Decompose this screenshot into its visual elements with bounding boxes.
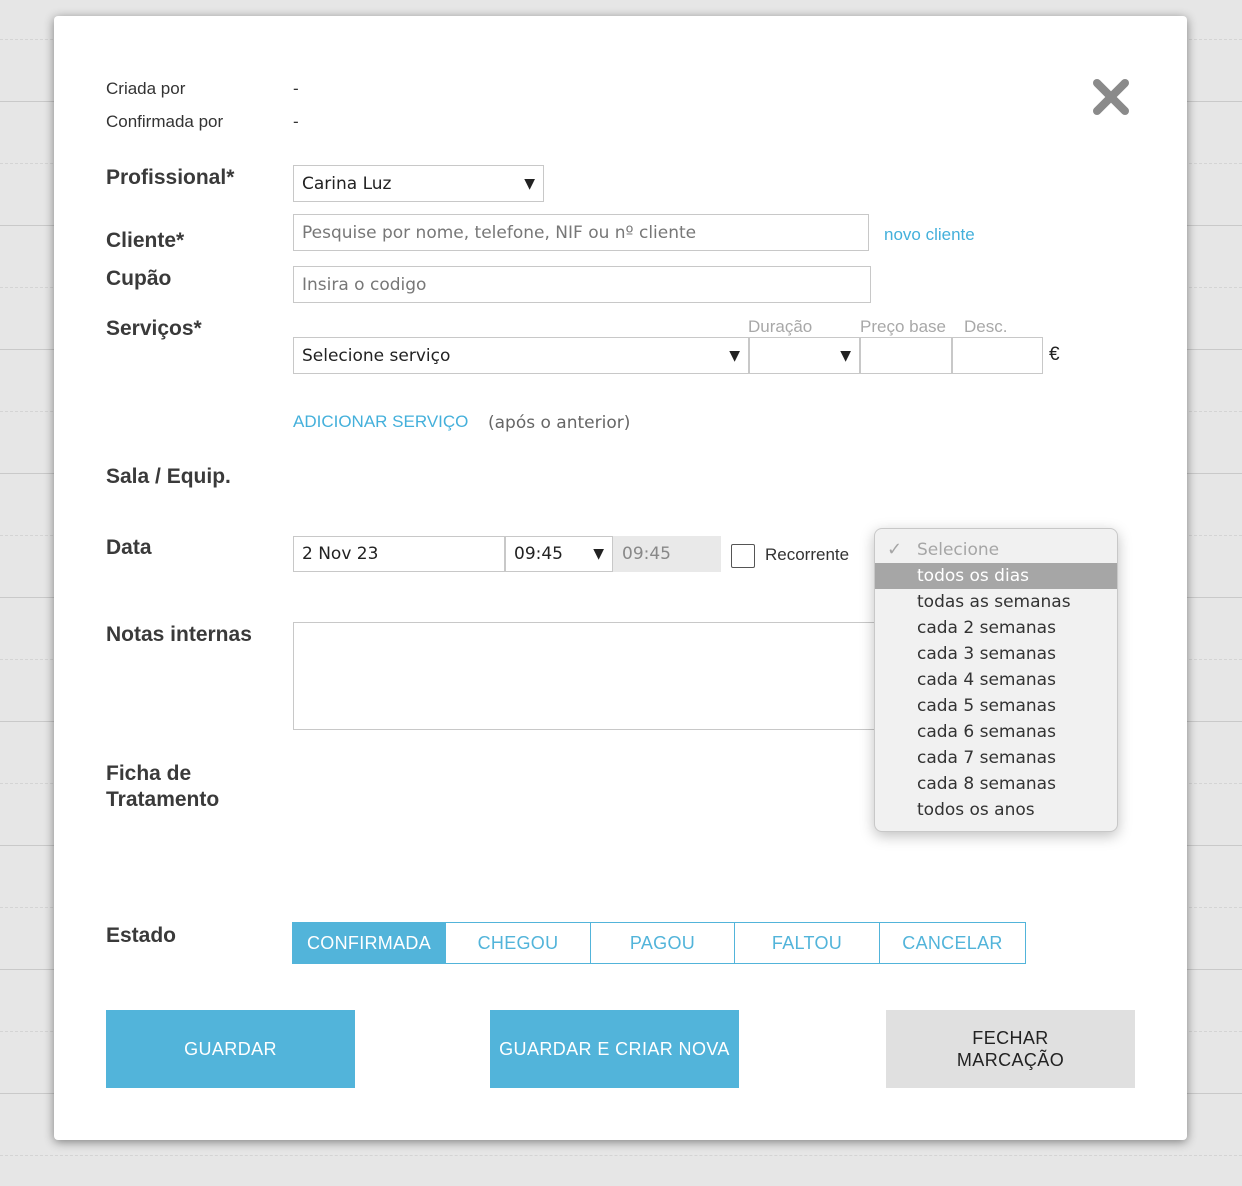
duration-label: Duração <box>748 317 813 336</box>
coupon-label: Cupão <box>106 267 172 290</box>
confirmed-by-value: - <box>293 112 299 131</box>
confirmed-by-label: Confirmada por <box>106 112 224 131</box>
price-input[interactable] <box>860 337 952 374</box>
notes-textarea[interactable] <box>293 622 893 730</box>
service-select[interactable]: Selecione serviço ▼ <box>293 337 749 374</box>
client-label: Cliente* <box>106 229 185 252</box>
recurrence-option[interactable]: todas as semanas <box>875 589 1117 615</box>
client-search-input[interactable]: Pesquise por nome, telefone, NIF ou nº c… <box>293 214 869 251</box>
chevron-down-icon: ▼ <box>593 546 604 562</box>
start-time-select[interactable]: 09:45 ▼ <box>505 536 613 572</box>
status-arrived-button[interactable]: CHEGOU <box>445 922 591 964</box>
created-by-value: - <box>293 79 299 98</box>
discount-label: Desc. <box>964 317 1008 336</box>
close-icon[interactable] <box>1092 78 1130 116</box>
professional-select[interactable]: Carina Luz ▼ <box>293 165 544 202</box>
coupon-input[interactable]: Insira o codigo <box>293 266 871 303</box>
professional-value: Carina Luz <box>302 173 392 194</box>
recurrence-option[interactable]: cada 4 semanas <box>875 667 1117 693</box>
close-appointment-button[interactable]: FECHAR MARCAÇÃO <box>886 1010 1135 1088</box>
room-label: Sala / Equip. <box>106 465 231 488</box>
services-label: Serviços* <box>106 317 202 340</box>
date-label: Data <box>106 536 152 559</box>
recurrence-option[interactable]: cada 5 semanas <box>875 693 1117 719</box>
recurrence-dropdown[interactable]: ✓ Selecione todos os dias todas as seman… <box>874 528 1118 832</box>
price-label: Preço base <box>860 317 946 336</box>
recurrence-option[interactable]: cada 3 semanas <box>875 641 1117 667</box>
notes-label: Notas internas <box>106 623 252 646</box>
recurrence-option[interactable]: todos os dias <box>875 563 1117 589</box>
close-appointment-line2: MARCAÇÃO <box>956 1050 1065 1070</box>
currency-symbol: € <box>1049 344 1060 365</box>
save-button[interactable]: GUARDAR <box>106 1010 355 1088</box>
status-no-show-button[interactable]: FALTOU <box>734 922 880 964</box>
date-input[interactable]: 2 Nov 23 <box>293 536 505 572</box>
treatment-label-line1: Ficha de <box>106 762 192 785</box>
treatment-label-line2: Tratamento <box>106 788 220 811</box>
close-appointment-line1: FECHAR <box>972 1028 1049 1048</box>
status-cancel-button[interactable]: CANCELAR <box>879 922 1026 964</box>
created-by-label: Criada por <box>106 79 186 98</box>
discount-input[interactable] <box>952 337 1043 374</box>
recurrence-option[interactable]: cada 8 semanas <box>875 771 1117 797</box>
recurrence-option[interactable]: cada 6 semanas <box>875 719 1117 745</box>
chevron-down-icon: ▼ <box>840 347 851 364</box>
status-paid-button[interactable]: PAGOU <box>590 922 735 964</box>
status-confirmed-button[interactable]: CONFIRMADA <box>292 922 446 964</box>
recurring-checkbox[interactable] <box>731 544 755 568</box>
save-and-new-button[interactable]: GUARDAR E CRIAR NOVA <box>490 1010 739 1088</box>
new-client-link[interactable]: novo cliente <box>884 225 975 245</box>
professional-label: Profissional* <box>106 166 235 189</box>
add-service-note: (após o anterior) <box>488 413 631 433</box>
duration-select[interactable]: ▼ <box>749 337 860 374</box>
end-time-field: 09:45 <box>613 536 721 572</box>
recurrence-option[interactable]: cada 7 semanas <box>875 745 1117 771</box>
service-select-value: Selecione serviço <box>302 345 451 366</box>
checkmark-icon: ✓ <box>887 539 903 560</box>
chevron-down-icon: ▼ <box>729 347 740 364</box>
start-time-value: 09:45 <box>514 544 563 564</box>
recurring-label: Recorrente <box>765 545 850 564</box>
recurrence-option[interactable]: cada 2 semanas <box>875 615 1117 641</box>
chevron-down-icon: ▼ <box>524 175 535 192</box>
status-label: Estado <box>106 924 177 947</box>
recurrence-option[interactable]: todos os anos <box>875 797 1117 823</box>
add-service-link[interactable]: ADICIONAR SERVIÇO <box>293 412 468 432</box>
recurrence-placeholder-option: ✓ Selecione <box>875 537 1117 563</box>
